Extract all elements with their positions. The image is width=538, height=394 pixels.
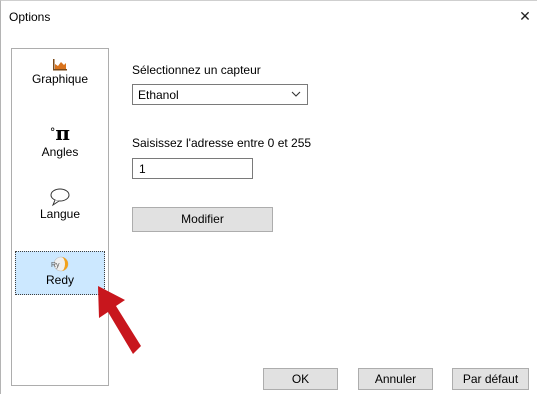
svg-text:Ry: Ry: [51, 262, 60, 269]
sidebar-item-label: Langue: [39, 207, 81, 221]
sidebar-item-label: Graphique: [31, 72, 89, 86]
sensor-select-value: Ethanol: [138, 88, 179, 102]
sidebar-item-angles[interactable]: °π Angles: [15, 123, 105, 173]
sensor-select[interactable]: Ethanol: [132, 84, 308, 105]
cancel-button[interactable]: Annuler: [358, 368, 433, 390]
dialog-title: Options: [9, 10, 51, 24]
options-dialog: Options ✕ Graphique °π Angles Langue Ry …: [0, 0, 537, 394]
chevron-down-icon: [291, 87, 301, 104]
title-bar: Options ✕: [1, 1, 537, 34]
redy-logo-icon: Ry: [51, 256, 69, 272]
ok-button[interactable]: OK: [263, 368, 338, 390]
modify-button[interactable]: Modifier: [132, 207, 273, 232]
sensor-label: Sélectionnez un capteur: [132, 63, 261, 77]
speech-bubble-icon: [50, 188, 70, 207]
address-input[interactable]: 1: [132, 158, 253, 179]
pi-icon: °π: [49, 121, 71, 145]
area-chart-icon: [53, 59, 67, 71]
red-arrow-annotation: [98, 286, 141, 354]
address-label: Saisissez l'adresse entre 0 et 255: [132, 136, 312, 150]
default-button[interactable]: Par défaut: [452, 368, 529, 390]
sidebar-item-label: Angles: [41, 145, 79, 159]
close-icon[interactable]: ✕: [517, 8, 533, 24]
sidebar-item-langue[interactable]: Langue: [15, 187, 105, 237]
sidebar-item-graphique[interactable]: Graphique: [15, 56, 105, 104]
